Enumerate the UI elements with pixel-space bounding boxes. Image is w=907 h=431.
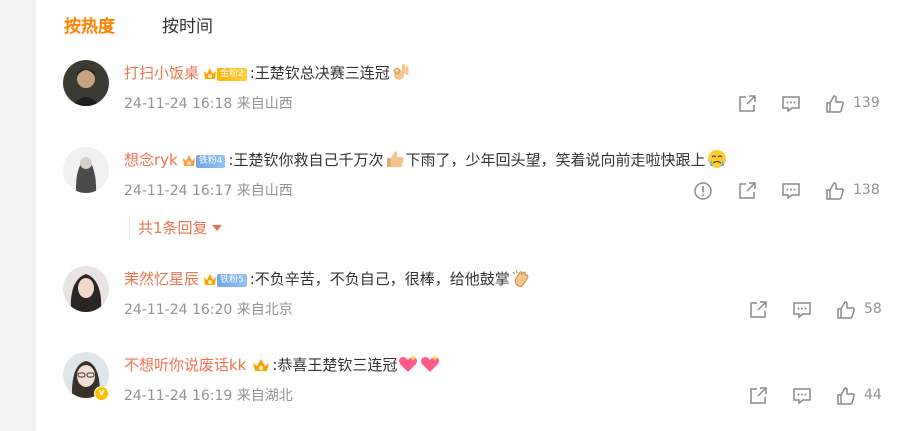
share-button[interactable] bbox=[748, 386, 768, 406]
fan-badge-label: 金粉2 bbox=[217, 68, 247, 81]
reply-button[interactable] bbox=[792, 300, 812, 320]
comment-time: 24-11-24 16:18 bbox=[124, 96, 233, 112]
share-icon bbox=[739, 182, 756, 199]
sparkling-heart-emoji-icon bbox=[421, 355, 440, 372]
reply-divider bbox=[129, 219, 130, 237]
reply-button[interactable] bbox=[781, 181, 801, 201]
comment-item: 打扫小饭桌 金粉2:王楚钦总决赛三连冠 24-11-24 16:18 来自山西 1… bbox=[36, 58, 907, 128]
comment-location: 来自湖北 bbox=[236, 388, 293, 404]
comment-meta: 24-11-24 16:20 来自北京 bbox=[124, 299, 293, 319]
share-button[interactable] bbox=[748, 300, 768, 320]
like-count: 58 bbox=[864, 301, 882, 317]
comment-actions: 139 bbox=[737, 94, 887, 114]
tab-sort-by-time[interactable]: 按时间 bbox=[162, 12, 213, 37]
share-icon bbox=[750, 301, 767, 318]
report-button[interactable] bbox=[693, 181, 713, 201]
comment-text: :恭喜王楚钦三连冠 bbox=[272, 356, 398, 374]
comment-item: v 不想听你说废话kk :恭喜王楚钦三连冠 24-11-24 16:19 来自湖北… bbox=[36, 350, 907, 420]
reply-button[interactable] bbox=[781, 94, 801, 114]
crown-icon bbox=[204, 274, 217, 285]
comment-icon bbox=[782, 183, 800, 200]
username[interactable]: 茉然忆星辰 bbox=[124, 270, 199, 288]
comment-location: 来自北京 bbox=[236, 302, 293, 318]
crown-icon bbox=[182, 155, 195, 166]
fan-badge[interactable]: 铁粉4 bbox=[182, 152, 226, 170]
comment-meta: 24-11-24 16:18 来自山西 bbox=[124, 93, 293, 113]
share-button[interactable] bbox=[737, 94, 757, 114]
comments-panel: 按热度 按时间 打扫小饭桌 金粉2:王楚钦总决赛三连冠 24-11-24 16:1… bbox=[36, 0, 907, 431]
comment-time: 24-11-24 16:19 bbox=[124, 388, 233, 404]
comment-meta: 24-11-24 16:19 来自湖北 bbox=[124, 385, 293, 405]
sparkling-heart-emoji-icon bbox=[399, 355, 418, 372]
reply-button[interactable] bbox=[792, 386, 812, 406]
crown-icon bbox=[253, 359, 270, 371]
username[interactable]: 想念ryk bbox=[124, 151, 178, 169]
like-button[interactable]: 138 bbox=[825, 181, 880, 201]
clapping-hands-emoji-icon bbox=[512, 269, 529, 287]
fan-badge-label: 铁粉4 bbox=[195, 155, 226, 168]
like-button[interactable]: 44 bbox=[836, 386, 882, 406]
like-button[interactable]: 139 bbox=[825, 94, 880, 114]
share-icon bbox=[739, 95, 756, 112]
comment-location: 来自山西 bbox=[236, 96, 293, 112]
comment-location: 来自山西 bbox=[236, 183, 293, 199]
share-icon bbox=[750, 387, 767, 404]
comment-icon bbox=[793, 388, 811, 405]
crown-icon bbox=[204, 68, 217, 79]
thumbs-up-emoji-icon bbox=[386, 151, 404, 167]
comment-item: 茉然忆星辰 铁粉5:不负辛苦，不负自己，很棒，给他鼓掌 24-11-24 16:2… bbox=[36, 264, 907, 334]
thumbs-up-icon bbox=[837, 387, 855, 405]
avatar[interactable] bbox=[63, 266, 109, 312]
username[interactable]: 不想听你说废话kk bbox=[124, 356, 246, 374]
fan-badge-label: 铁粉5 bbox=[217, 274, 247, 287]
thumbs-up-icon bbox=[837, 301, 855, 319]
thumbs-up-icon bbox=[826, 182, 844, 200]
comment-icon bbox=[782, 96, 800, 113]
alert-icon bbox=[694, 182, 712, 200]
comment-text: :王楚钦你救自己千万次 bbox=[228, 151, 384, 169]
comment-text: :王楚钦总决赛三连冠 bbox=[249, 64, 390, 82]
thumbs-up-icon bbox=[826, 95, 844, 113]
comment-time: 24-11-24 16:20 bbox=[124, 302, 233, 318]
caret-down-icon bbox=[211, 225, 222, 231]
comment-time: 24-11-24 16:17 bbox=[124, 183, 233, 199]
view-replies-link[interactable]: 共1条回复 bbox=[129, 217, 222, 238]
comment-icon bbox=[793, 302, 811, 319]
comment-item: 想念ryk 铁粉4:王楚钦你救自己千万次 下雨了，少年回头望，笑着说向前走啦快跟上 … bbox=[36, 145, 907, 255]
like-count: 44 bbox=[864, 387, 882, 403]
like-count: 139 bbox=[853, 95, 880, 111]
comment-actions: 44 bbox=[748, 386, 887, 406]
like-count: 138 bbox=[853, 182, 880, 198]
avatar[interactable] bbox=[63, 60, 109, 106]
comment-meta: 24-11-24 16:17 来自山西 bbox=[124, 180, 293, 200]
ok-hand-emoji-icon bbox=[393, 64, 409, 80]
crying-face-emoji-icon bbox=[707, 150, 726, 168]
verified-badge-icon: v bbox=[94, 386, 109, 401]
comment-header: 茉然忆星辰 铁粉5:不负辛苦，不负自己，很棒，给他鼓掌 bbox=[124, 268, 532, 290]
like-button[interactable]: 58 bbox=[836, 300, 882, 320]
comment-header: 不想听你说废话kk :恭喜王楚钦三连冠 bbox=[124, 354, 441, 376]
comment-actions: 138 bbox=[693, 181, 887, 201]
fan-badge[interactable]: 金粉2 bbox=[203, 65, 247, 83]
comment-header: 想念ryk 铁粉4:王楚钦你救自己千万次 下雨了，少年回头望，笑着说向前走啦快跟上 bbox=[124, 149, 728, 171]
comment-text: :不负辛苦，不负自己，很棒，给他鼓掌 bbox=[249, 270, 510, 288]
fan-badge[interactable] bbox=[252, 357, 270, 375]
avatar[interactable] bbox=[63, 147, 109, 193]
tab-sort-by-hot[interactable]: 按热度 bbox=[64, 12, 115, 37]
username[interactable]: 打扫小饭桌 bbox=[124, 64, 199, 82]
share-button[interactable] bbox=[737, 181, 757, 201]
comment-text-continued: 下雨了，少年回头望，笑着说向前走啦快跟上 bbox=[405, 151, 706, 169]
fan-badge[interactable]: 铁粉5 bbox=[203, 271, 247, 289]
replies-count: 共1条回复 bbox=[138, 219, 208, 237]
comment-header: 打扫小饭桌 金粉2:王楚钦总决赛三连冠 bbox=[124, 62, 412, 84]
comment-actions: 58 bbox=[748, 300, 887, 320]
